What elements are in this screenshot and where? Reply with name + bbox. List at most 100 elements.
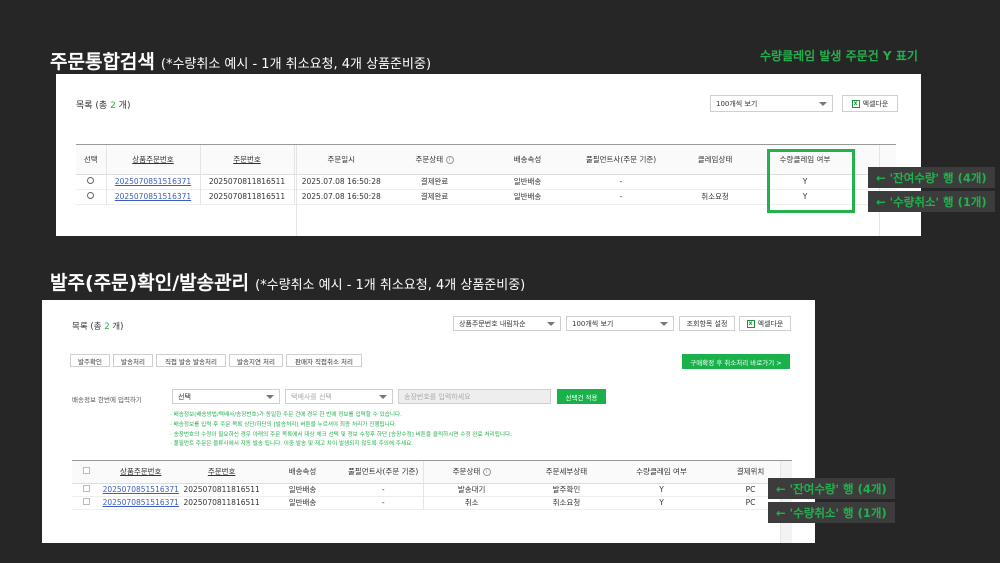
order-status: 취소	[464, 498, 479, 507]
delivery-type: 일반배송	[513, 177, 542, 186]
excel-download-label: 엑셀다운	[862, 99, 889, 108]
chevron-down-icon	[547, 321, 555, 326]
column-divider	[296, 145, 297, 236]
tracking-placeholder: 송장번호를 입력하세요	[404, 392, 471, 401]
col-fulfillment: 풀필먼트사(주문 기준)	[342, 461, 425, 483]
notice-item: · 배송정보(배송방법/택배사/송장번호)가 동일한 주문 건에 경우 한 번에…	[170, 412, 402, 418]
product-order-link[interactable]: 2025070851516371	[103, 498, 179, 507]
list-title-prefix: 목록 (총	[76, 101, 111, 111]
col-delivery: 배송속성	[513, 154, 542, 164]
fulfillment: -	[619, 177, 623, 186]
order-datetime: 2025.07.08 16:50:28	[293, 189, 388, 204]
chevron-down-icon	[819, 101, 827, 106]
list-title: 목록 (총 2 개)	[76, 98, 130, 111]
order-status: 결제완료	[420, 177, 449, 186]
delivery-type: 일반배송	[288, 485, 317, 494]
delivery-type: 일반배송	[513, 192, 542, 201]
go-cancel-after-confirm-button[interactable]: 구매확정 후 취소처리 바로가기 >	[682, 354, 790, 369]
tab-order-confirm[interactable]: 발주확인	[70, 354, 110, 367]
section2-title-text: 발주(주문)확인/발송관리	[50, 272, 250, 294]
order-no: 2025070811816511	[199, 174, 294, 189]
order-no: 2025070811816511	[183, 498, 260, 507]
row-checkbox[interactable]	[82, 498, 90, 505]
apply-selected-button[interactable]: 선택건 적용	[557, 389, 606, 404]
list-title-suffix: 개)	[109, 322, 124, 332]
claim-status: 취소요청	[701, 192, 729, 201]
section1-title-text: 주문통합검색	[50, 51, 155, 73]
col-fulfillment: 풀필먼트사(주문 기준)	[585, 154, 657, 164]
order-no: 2025070811816511	[183, 485, 260, 494]
col-delivery: 배송속성	[288, 467, 317, 477]
notice-item: · 풀필먼트 주문은 물류사에서 자동 발송 됩니다. 이중 발송 및 재고 차…	[170, 441, 414, 448]
list-title-prefix: 목록 (총	[72, 322, 105, 332]
order-status: 발송대기	[457, 485, 486, 494]
courier-select[interactable]: 택배사를 선택	[285, 389, 393, 404]
radio-button[interactable]	[87, 177, 95, 184]
notice-item: · 배송정보를 입력 후 주문 목록 상단/하단의 [발송처리] 버튼을 누르셔…	[170, 421, 397, 428]
section1-note: 수량클레임 발생 주문건 Y 표기	[760, 49, 918, 63]
tab-dispatch-delay[interactable]: 발송지연 처리	[229, 354, 283, 367]
qty-claim: Y	[659, 498, 664, 507]
excel-icon: x	[851, 99, 860, 108]
select-all-checkbox[interactable]	[82, 467, 90, 475]
info-icon[interactable]: i	[445, 155, 454, 164]
excel-download-label: 엑셀다운	[757, 319, 784, 328]
col-order-datetime: 주문일시	[293, 145, 388, 174]
table-row: 2025070851516371 2025070811816511 일반배송 -…	[72, 496, 792, 509]
order-detail-status: 취소요청	[552, 498, 581, 507]
col-order-status: 주문상태 i	[388, 145, 481, 174]
page-size-select[interactable]: 100개씩 보기	[566, 316, 674, 331]
product-order-link[interactable]: 2025070851516371	[103, 485, 179, 494]
notice-list: · 배송정보(배송방법/택배사/송장번호)가 동일한 주문 건에 경우 한 번에…	[170, 411, 512, 450]
row-select[interactable]	[76, 174, 106, 189]
section1-title: 주문통합검색 (*수량취소 예시 - 1개 취소요청, 4개 상품준비중)	[50, 47, 431, 74]
excel-download-button[interactable]: x 엑셀다운	[739, 316, 791, 331]
chevron-down-icon	[266, 394, 274, 399]
column-settings-button[interactable]: 조회항목 설정	[679, 316, 735, 331]
col-order-status: 주문상태 i	[424, 461, 519, 483]
fulfillment: -	[342, 496, 425, 509]
chevron-down-icon	[379, 394, 387, 399]
product-order-link[interactable]: 2025070851516371	[115, 192, 191, 201]
section1-subtitle: (*수량취소 예시 - 1개 취소요청, 4개 상품준비중)	[160, 57, 432, 72]
fulfillment: -	[342, 483, 425, 496]
delivery-type: 일반배송	[288, 498, 317, 507]
tab-direct-dispatch[interactable]: 직접 발송 발송처리	[156, 354, 226, 367]
col-claim-status: 클레임상태	[697, 154, 733, 164]
row-checkbox[interactable]	[82, 485, 90, 492]
bulk-input-label: 배송정보 한번에 입력하기	[72, 396, 142, 404]
radio-button[interactable]	[87, 192, 95, 199]
order-datetime: 2025.07.08 16:50:28	[293, 174, 388, 189]
col-qty-claim: 수량클레임 여부	[636, 467, 687, 477]
order-confirm-table: 상품주문번호 주문번호 배송속성 풀필먼트사(주문 기준) 주문상태 i 주문세…	[72, 461, 792, 510]
qty-claim-highlight	[767, 149, 855, 213]
sort-select[interactable]: 상품주문번호 내림차순	[453, 316, 561, 331]
notice-item: · 송장번호의 수정이 필요하신 경우 아래의 주문 목록에서 대상 체크 선택…	[170, 431, 512, 438]
col-product-order-no[interactable]: 상품주문번호	[100, 461, 181, 483]
section2-subtitle: (*수량취소 예시 - 1개 취소요청, 4개 상품준비중)	[255, 278, 526, 293]
col-select: 선택	[83, 154, 98, 164]
claim-status	[668, 174, 762, 189]
delivery-method-select[interactable]: 선택	[172, 389, 280, 404]
tracking-number-input[interactable]: 송장번호를 입력하세요	[398, 389, 551, 404]
cancel-qty-label: ← '수량취소' 행 (1개)	[768, 502, 895, 523]
order-detail-status: 발주확인	[552, 485, 581, 494]
tab-seller-cancel[interactable]: 판매자 직접취소 처리	[286, 354, 362, 367]
table-row: 2025070851516371 2025070811816511 일반배송 -…	[72, 483, 792, 496]
col-select[interactable]	[72, 461, 100, 483]
row-select[interactable]	[76, 189, 106, 204]
excel-download-button[interactable]: x 엑셀다운	[842, 95, 898, 112]
delivery-method-value: 선택	[178, 392, 191, 401]
list-title-suffix: 개)	[115, 101, 131, 111]
tab-dispatch[interactable]: 발송처리	[113, 354, 153, 367]
info-icon[interactable]: i	[482, 468, 491, 477]
qty-claim: Y	[659, 485, 664, 494]
col-product-order-no[interactable]: 상품주문번호	[105, 145, 200, 174]
col-order-no[interactable]: 주문번호	[199, 145, 294, 174]
product-order-link[interactable]: 2025070851516371	[115, 177, 191, 186]
col-order-no[interactable]: 주문번호	[181, 461, 262, 483]
page-size-select[interactable]: 100개씩 보기	[710, 95, 833, 112]
page-size-value: 100개씩 보기	[716, 99, 758, 108]
sort-select-value: 상품주문번호 내림차순	[459, 319, 526, 328]
chevron-down-icon	[660, 321, 668, 326]
